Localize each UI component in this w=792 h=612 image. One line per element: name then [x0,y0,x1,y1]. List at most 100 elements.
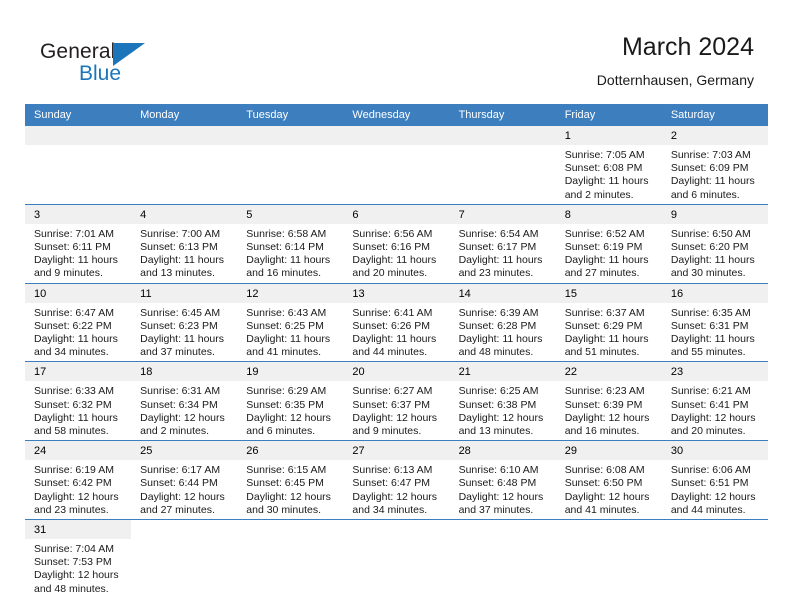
calendar-cell-blank [449,519,556,599]
daylight-text-line2: and 6 minutes. [246,425,316,438]
daylight-text-line2: and 44 minutes. [670,503,746,516]
calendar-day-details: Sunrise: 7:01 AM Sunset: 6:11 PM Daylight:… [25,224,131,283]
calendar-cell-empty[interactable] [131,126,238,205]
calendar-week-row: 31 Sunrise: 7:04 AM Sunset: 7:53 PM Dayligh… [25,519,768,599]
weekday-header-saturday: Saturday [661,104,768,126]
calendar-day-number: 4 [131,204,238,224]
calendar-cell-day[interactable]: 13 Sunrise: 6:41 AM Sunset: 6:26 PM Dayligh… [343,282,450,362]
daylight-text-line1: Daylight: 11 hours [140,333,224,346]
calendar-cell-day[interactable]: 22 Sunrise: 6:23 AM Sunset: 6:39 PM Dayligh… [555,361,662,441]
calendar-day-details: Sunrise: 6:37 AM Sunset: 6:29 PM Daylight:… [556,303,662,362]
sunrise-text: Sunrise: 6:25 AM [458,385,539,398]
sunrise-text: Sunrise: 6:21 AM [670,385,751,398]
sunset-text: Sunset: 6:39 PM [564,398,643,411]
calendar-cell-day[interactable]: 6 Sunrise: 6:56 AM Sunset: 6:16 PM Daylight… [343,203,450,284]
sunrise-text: Sunrise: 6:41 AM [352,306,433,319]
calendar-day-number: 16 [661,283,768,303]
weekday-header-thursday: Thursday [449,104,556,126]
sunset-text: Sunset: 6:50 PM [564,477,643,490]
calendar-cell-day[interactable]: 30 Sunrise: 6:06 AM Sunset: 6:51 PM Dayligh… [661,440,768,520]
daylight-text-line1: Daylight: 12 hours [670,490,756,503]
calendar-day-details: Sunrise: 6:29 AM Sunset: 6:35 PM Daylight:… [237,381,343,440]
calendar-cell-day[interactable]: 14 Sunrise: 6:39 AM Sunset: 6:28 PM Dayligh… [449,282,556,362]
daylight-text-line1: Daylight: 12 hours [670,411,756,424]
calendar-cell-day[interactable]: 12 Sunrise: 6:43 AM Sunset: 6:25 PM Dayligh… [237,282,344,362]
calendar-cell-empty[interactable] [25,126,132,205]
calendar-cell-day[interactable]: 8 Sunrise: 6:52 AM Sunset: 6:19 PM Daylight… [555,203,662,284]
calendar-day-number: 22 [555,362,662,382]
sunset-text: Sunset: 6:28 PM [458,319,537,332]
calendar-cell-day[interactable]: 5 Sunrise: 6:58 AM Sunset: 6:14 PM Daylight… [237,203,344,284]
calendar-day-details: Sunrise: 6:27 AM Sunset: 6:37 PM Daylight:… [343,381,449,440]
calendar-cell-empty[interactable] [449,126,556,205]
calendar-cell-day[interactable]: 20 Sunrise: 6:27 AM Sunset: 6:37 PM Dayligh… [343,361,450,441]
daylight-text-line1: Daylight: 11 hours [458,254,543,267]
calendar-cell-day[interactable]: 3 Sunrise: 7:01 AM Sunset: 6:11 PM Daylight… [25,203,132,284]
sunset-text: Sunset: 6:38 PM [458,398,537,411]
calendar-day-number [131,126,238,145]
daylight-text-line2: and 37 minutes. [140,346,215,359]
calendar-day-number: 30 [661,441,768,461]
sunset-text: Sunset: 6:51 PM [670,477,749,490]
calendar-cell-empty[interactable] [343,126,450,205]
calendar-cell-day[interactable]: 31 Sunrise: 7:04 AM Sunset: 7:53 PM Dayligh… [25,519,132,599]
calendar-cell-day[interactable]: 28 Sunrise: 6:10 AM Sunset: 6:48 PM Dayligh… [449,440,556,520]
daylight-text-line1: Daylight: 11 hours [670,175,755,188]
calendar-day-details: Sunrise: 6:21 AM Sunset: 6:41 PM Daylight:… [662,381,768,440]
logo-text-blue: Blue [79,62,122,85]
calendar-week-row: 17 Sunrise: 6:33 AM Sunset: 6:32 PM Dayligh… [25,361,768,441]
daylight-text-line2: and 41 minutes. [564,503,640,516]
calendar-day-details: Sunrise: 6:13 AM Sunset: 6:47 PM Daylight:… [343,460,449,519]
logo-text-general: General [40,40,116,63]
sunrise-text: Sunrise: 6:56 AM [352,227,433,240]
calendar-cell-day[interactable]: 9 Sunrise: 6:50 AM Sunset: 6:20 PM Daylight… [661,203,768,284]
calendar-cell-day[interactable]: 21 Sunrise: 6:25 AM Sunset: 6:38 PM Dayligh… [449,361,556,441]
calendar-cell-day[interactable]: 19 Sunrise: 6:29 AM Sunset: 6:35 PM Dayligh… [237,361,344,441]
sunset-text: Sunset: 6:17 PM [458,241,537,254]
calendar-cell-day[interactable]: 27 Sunrise: 6:13 AM Sunset: 6:47 PM Dayligh… [343,440,450,520]
sunset-text: Sunset: 6:09 PM [670,162,749,175]
sunset-text: Sunset: 6:48 PM [458,477,537,490]
sunset-text: Sunset: 6:26 PM [352,319,431,332]
sunrise-text: Sunrise: 7:01 AM [34,227,114,240]
calendar-cell-day[interactable]: 18 Sunrise: 6:31 AM Sunset: 6:34 PM Dayligh… [131,361,238,441]
weekday-header-wednesday: Wednesday [343,104,450,126]
sunset-text: Sunset: 6:41 PM [670,398,749,411]
daylight-text-line2: and 2 minutes. [140,425,210,438]
sunrise-text: Sunrise: 6:10 AM [458,464,539,477]
sunrise-text: Sunrise: 7:05 AM [564,149,645,161]
calendar-cell-day[interactable]: 7 Sunrise: 6:54 AM Sunset: 6:17 PM Daylight… [449,203,556,284]
calendar-cell-day[interactable]: 16 Sunrise: 6:35 AM Sunset: 6:31 PM Dayligh… [661,282,768,362]
calendar-cell-day[interactable]: 24 Sunrise: 6:19 AM Sunset: 6:42 PM Dayligh… [25,440,132,520]
calendar-day-number: 6 [343,204,450,224]
daylight-text-line1: Daylight: 12 hours [246,490,331,503]
calendar-cell-blank [131,519,238,599]
calendar-cell-empty[interactable] [237,126,344,205]
sunrise-text: Sunrise: 6:43 AM [246,306,327,319]
calendar-day-details: Sunrise: 6:31 AM Sunset: 6:34 PM Daylight:… [131,381,237,440]
calendar-cell-day[interactable]: 1 Sunrise: 7:05 AM Sunset: 6:08 PM Daylight… [555,126,662,205]
calendar-cell-day[interactable]: 29 Sunrise: 6:08 AM Sunset: 6:50 PM Dayligh… [555,440,662,520]
calendar-day-details: Sunrise: 6:45 AM Sunset: 6:23 PM Daylight:… [131,303,237,362]
calendar-cell-day[interactable]: 11 Sunrise: 6:45 AM Sunset: 6:23 PM Dayligh… [131,282,238,362]
daylight-text-line2: and 16 minutes. [564,425,640,438]
daylight-text-line1: Daylight: 12 hours [564,490,650,503]
calendar-cell-day[interactable]: 4 Sunrise: 7:00 AM Sunset: 6:13 PM Daylight… [131,203,238,284]
sunrise-text: Sunrise: 6:17 AM [140,464,221,477]
daylight-text-line1: Daylight: 11 hours [670,254,755,267]
sunrise-text: Sunrise: 6:58 AM [246,227,327,240]
calendar-cell-day[interactable]: 17 Sunrise: 6:33 AM Sunset: 6:32 PM Dayligh… [25,361,132,441]
sunrise-text: Sunrise: 6:54 AM [458,227,539,240]
calendar-cell-day[interactable]: 2 Sunrise: 7:03 AM Sunset: 6:09 PM Daylight… [661,126,768,205]
calendar-cell-day[interactable]: 15 Sunrise: 6:37 AM Sunset: 6:29 PM Dayligh… [555,282,662,362]
calendar-day-number: 13 [343,283,450,303]
calendar-cell-day[interactable]: 25 Sunrise: 6:17 AM Sunset: 6:44 PM Dayligh… [131,440,238,520]
daylight-text-line1: Daylight: 11 hours [564,254,649,267]
sunrise-text: Sunrise: 6:52 AM [564,227,645,240]
calendar-cell-day[interactable]: 26 Sunrise: 6:15 AM Sunset: 6:45 PM Dayligh… [237,440,344,520]
calendar-cell-day[interactable]: 10 Sunrise: 6:47 AM Sunset: 6:22 PM Dayligh… [25,282,132,362]
calendar-day-number: 25 [131,441,238,461]
sunset-text: Sunset: 6:22 PM [34,319,112,332]
sunset-text: Sunset: 6:25 PM [246,319,324,332]
calendar-cell-day[interactable]: 23 Sunrise: 6:21 AM Sunset: 6:41 PM Dayligh… [661,361,768,441]
